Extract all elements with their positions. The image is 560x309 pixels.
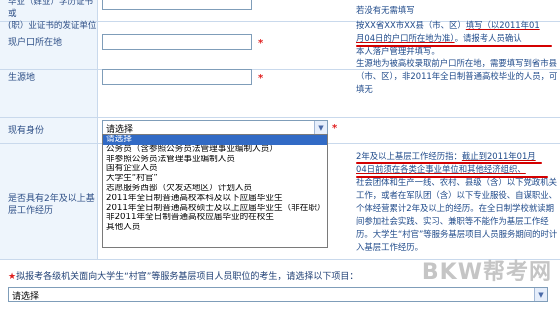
grassroots-hint-underline-mark-1 — [356, 176, 548, 178]
status-required-mark: * — [332, 123, 338, 134]
required-star-icon: ★ — [8, 272, 17, 282]
origin-input[interactable] — [102, 69, 252, 85]
cert-issuer-hint: 若没有无需填写 — [356, 5, 415, 15]
residence-hint-underlined-1: 填写（以2011年01 — [465, 20, 540, 30]
chevron-down-icon[interactable]: ▼ — [314, 121, 327, 134]
residence-hint-underlined-2: 月04日的户口所在地为准） — [356, 33, 455, 43]
residence-hint: 按XX省XX市XX县（市、区）填写（以2011年01 月04日的户口所在地为准）… — [356, 19, 560, 58]
grassroots-hint-text-1: 2年及以上基层工作经历指： — [356, 151, 462, 161]
village-official-question: ★拟报考各级机关面向大学生“村官”等服务基层项目人员职位的考生，请选择以下项目： — [8, 269, 358, 282]
chevron-down-icon[interactable]: ▼ — [534, 288, 547, 301]
residence-input[interactable] — [102, 34, 252, 50]
origin-label: 生源地 — [8, 73, 36, 83]
grassroots-hint-underlined-1: 截止到2011年01月 — [461, 151, 536, 161]
village-official-select-value: 请选择 — [12, 292, 40, 302]
site-watermark-logo: BKW帮考网 — [421, 260, 552, 285]
form-page: 毕业（肄业）学历证书或 (职）业证书的发证单位 若没有无需填写 现户口所在地 *… — [0, 0, 560, 309]
residence-hint-text-1: 按XX省XX市XX县（市、区） — [356, 20, 466, 30]
grassroots-hint-text-2: 社会团体和生产一线、农村、县级（含）以下党政机关工作，或者在军队团（含）以下专业… — [356, 177, 558, 252]
grassroots-hint-underline-mark-2 — [356, 162, 542, 164]
status-select[interactable]: 请选择 ▼ — [102, 120, 328, 135]
village-official-select[interactable]: 请选择 ▼ — [8, 287, 548, 302]
village-official-question-text: 拟报考各级机关面向大学生“村官”等服务基层项目人员职位的考生，请选择以下项目： — [16, 272, 359, 282]
residence-label: 现户口所在地 — [8, 38, 63, 48]
origin-required-mark: * — [258, 73, 264, 84]
residence-required-mark: * — [258, 38, 264, 49]
cert-issuer-input[interactable] — [102, 0, 252, 10]
grassroots-label: 是否具有2年及以上基层工作经历 — [8, 194, 95, 216]
residence-hint-text-3: 本人落户管理并填写。 — [356, 46, 440, 56]
residence-hint-text-2: 。请报考人员确认 — [454, 33, 522, 43]
residence-hint-underline-mark — [356, 45, 552, 47]
grassroots-hint: 2年及以上基层工作经历指：截止到2011年01月 04日前须在各类企事业单位和其… — [356, 150, 560, 254]
grassroots-hint-underlined-2: 04日前须在各类企事业单位和其他经济组织、 — [356, 164, 526, 174]
status-label: 现有身份 — [8, 126, 45, 136]
origin-hint: 生源地为被高校录取前户口所在地，需要填写到省市县（市、区），非2011年全日制普… — [356, 58, 558, 94]
